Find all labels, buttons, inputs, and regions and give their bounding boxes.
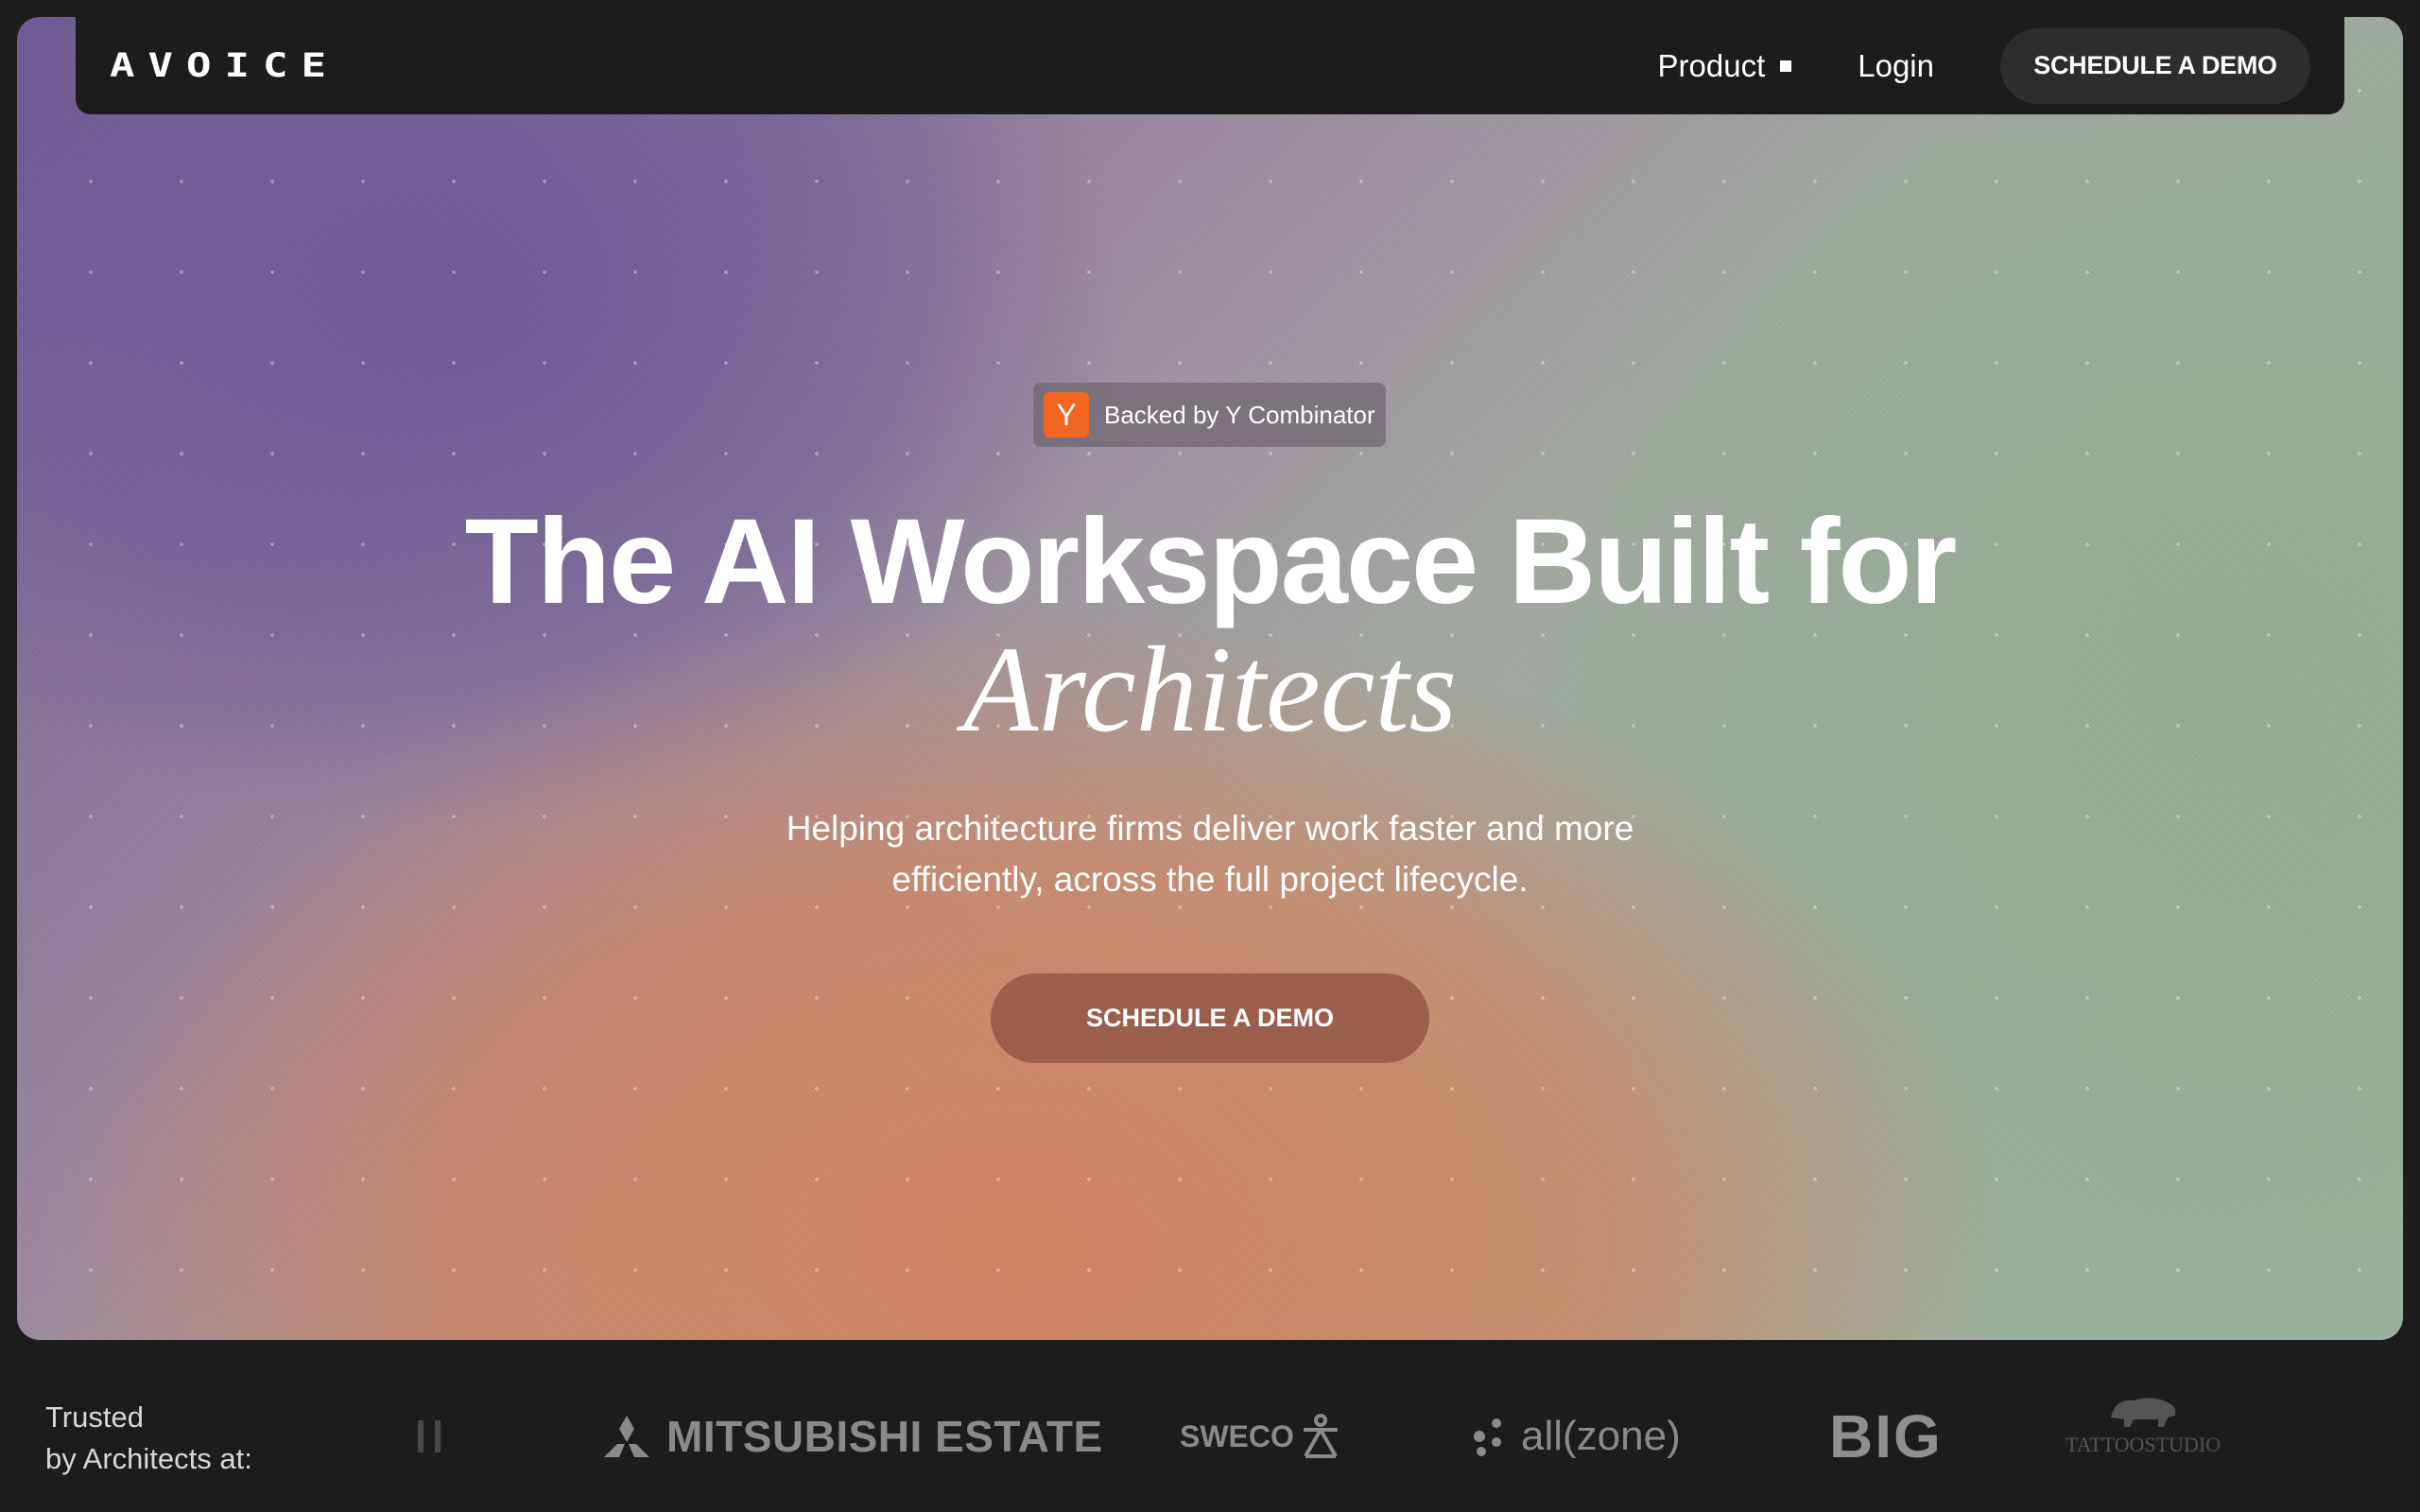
square-icon xyxy=(1780,60,1792,72)
subhead-line1: Helping architecture firms deliver work … xyxy=(786,809,1634,848)
top-navbar: AVOICE Product Login SCHEDULE A DEMO xyxy=(76,17,2344,114)
nav-login-link[interactable]: Login xyxy=(1858,48,1934,84)
partial-logo-icon xyxy=(416,1389,444,1484)
allzone-dots-icon xyxy=(1474,1418,1501,1456)
tiger-icon xyxy=(2111,1398,2176,1427)
sweco-logo: SWECO xyxy=(1180,1389,1341,1484)
yc-badge[interactable]: Y Backed by Y Combinator xyxy=(1033,383,1386,447)
subhead-line2: efficiently, across the full project lif… xyxy=(891,860,1529,899)
trusted-label: Trusted by Architects at: xyxy=(45,1397,252,1480)
allzone-logo: all(zone) xyxy=(1470,1389,1681,1484)
hero-subheadline: Helping architecture firms deliver work … xyxy=(690,803,1730,905)
avoice-logo[interactable]: AVOICE xyxy=(110,47,339,85)
hero-headline: The AI Workspace Built for xyxy=(464,494,1958,629)
big-logo: BIG xyxy=(1829,1402,1943,1470)
mitsubishi-estate-logo: MITSUBISHI ESTATE xyxy=(600,1389,1103,1484)
nav-schedule-demo-button[interactable]: SCHEDULE A DEMO xyxy=(2000,27,2310,104)
trusted-line2: by Architects at: xyxy=(45,1442,252,1475)
logo-strip-fade xyxy=(2184,1361,2420,1512)
nav-login-label: Login xyxy=(1858,47,1934,83)
trusted-line1: Trusted xyxy=(45,1400,144,1434)
y-combinator-icon: Y xyxy=(1044,392,1089,438)
nav-product-menu[interactable]: Product xyxy=(1658,48,1792,84)
badge-text: Backed by Y Combinator xyxy=(1104,400,1375,429)
nav-product-label: Product xyxy=(1657,47,1766,83)
hero-schedule-demo-button[interactable]: SCHEDULE A DEMO xyxy=(991,973,1429,1063)
mitsubishi-diamonds-icon xyxy=(604,1416,649,1457)
hero-headline-italic: Architects xyxy=(962,622,1458,758)
client-logo-strip: MITSUBISHI ESTATE SWECO all(zone) BIG TA… xyxy=(359,1389,2420,1484)
sweco-figure-icon xyxy=(1303,1414,1338,1458)
